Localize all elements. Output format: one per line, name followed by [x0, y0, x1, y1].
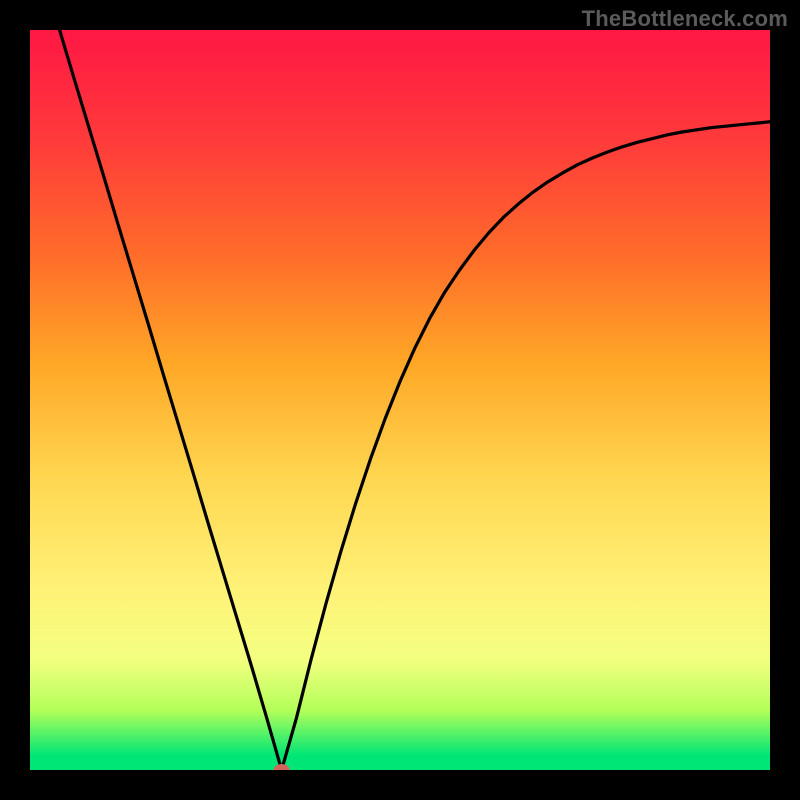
chart-svg	[0, 0, 800, 800]
bottleneck-chart: TheBottleneck.com	[0, 0, 800, 800]
plot-background	[30, 30, 770, 770]
watermark-label: TheBottleneck.com	[582, 6, 788, 32]
